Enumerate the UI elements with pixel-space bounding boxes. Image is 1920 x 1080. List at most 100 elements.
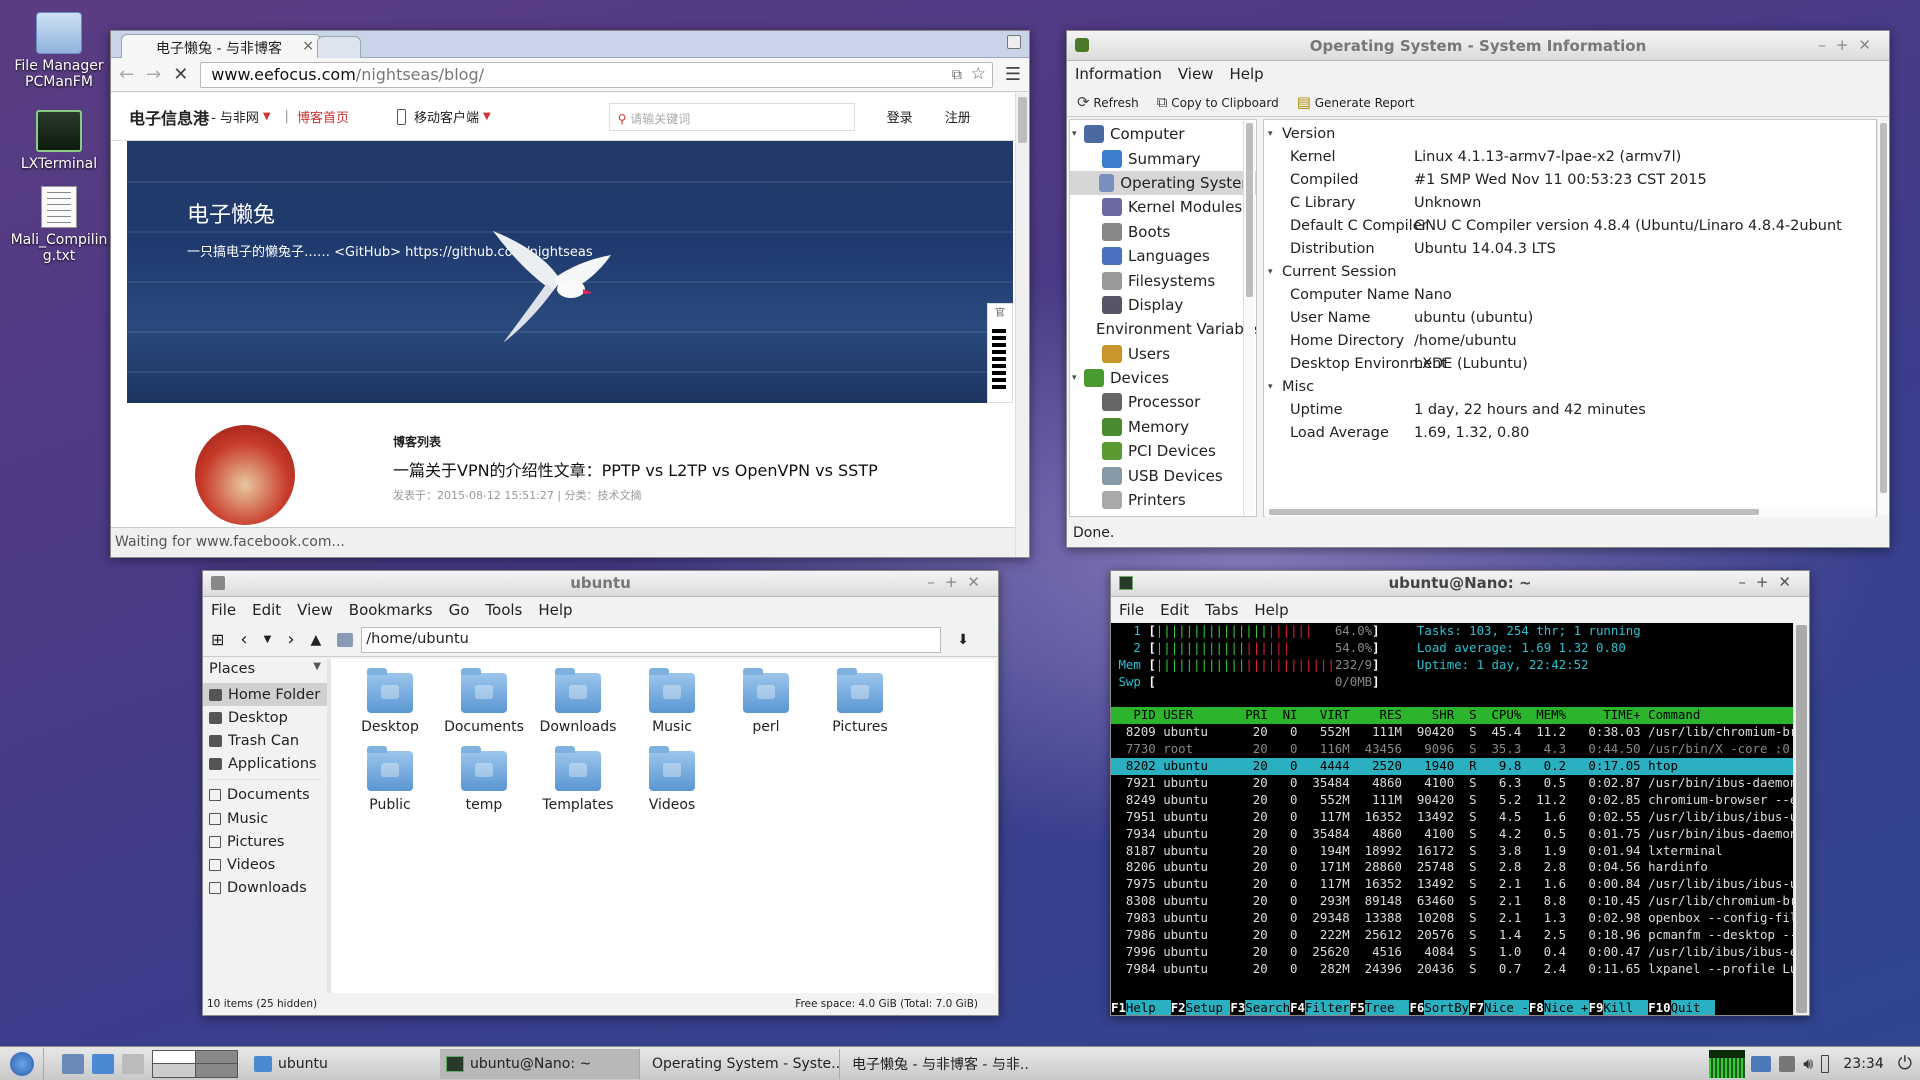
bookmark-item[interactable]: Music <box>203 807 327 830</box>
process-row[interactable]: 7951 ubuntu 20 0 117M 16352 13492 S 4.5 … <box>1111 809 1793 826</box>
tree-item[interactable]: USB Devices <box>1070 463 1256 487</box>
desktop-icon-lxterminal[interactable]: LXTerminal <box>4 110 114 172</box>
menu-go[interactable]: Go <box>449 601 470 619</box>
menu-information[interactable]: Information <box>1075 65 1162 83</box>
process-row[interactable]: 7986 ubuntu 20 0 222M 25612 20576 S 1.4 … <box>1111 927 1793 944</box>
menu-tools[interactable]: Tools <box>485 601 522 619</box>
htop-output[interactable]: 1 [||||||||||||||||||||| 64.0%] Tasks: 1… <box>1111 623 1793 1015</box>
process-row[interactable]: 7730 root 20 0 116M 43456 9096 S 35.3 4.… <box>1111 741 1793 758</box>
login-link[interactable]: 登录 <box>887 107 913 126</box>
post-title-link[interactable]: 一篇关于VPN的介绍性文章：PPTP vs L2TP vs OpenVPN vs… <box>393 457 878 481</box>
place-item[interactable]: Applications <box>203 753 327 776</box>
site-sub[interactable]: - 与非网 <box>211 107 259 126</box>
process-row[interactable]: 8206 ubuntu 20 0 171M 28860 25748 S 2.8 … <box>1111 859 1793 876</box>
tree-item[interactable]: ▾ Computer <box>1070 122 1256 146</box>
stop-icon[interactable]: ✕ <box>173 64 188 85</box>
titlebar[interactable]: ubuntu@Nano: ~ –+✕ <box>1111 571 1809 597</box>
browser-launcher-icon[interactable] <box>122 1053 144 1074</box>
refresh-button[interactable]: ⟳ Refresh <box>1077 93 1139 111</box>
file-manager-launcher-icon[interactable] <box>92 1053 114 1074</box>
tree-item[interactable]: ▾ Devices <box>1070 366 1256 390</box>
tree-item[interactable]: Environment Variables <box>1070 317 1256 341</box>
bookmark-item[interactable]: Videos <box>203 853 327 876</box>
generate-report-button[interactable]: ▤ Generate Report <box>1297 93 1415 111</box>
clock[interactable]: 23:34 <box>1843 1056 1883 1072</box>
keyboard-icon[interactable] <box>1779 1055 1796 1072</box>
process-row[interactable]: 8308 ubuntu 20 0 293M 89148 63460 S 2.1 … <box>1111 893 1793 910</box>
process-row[interactable]: 8187 ubuntu 20 0 194M 18992 16172 S 3.8 … <box>1111 843 1793 860</box>
process-row[interactable]: 8209 ubuntu 20 0 552M 111M 90420 S 45.4 … <box>1111 724 1793 741</box>
menu-tabs[interactable]: Tabs <box>1205 601 1238 619</box>
menu-view[interactable]: View <box>1178 65 1214 83</box>
taskbar-item-browser[interactable]: 电子懒兔 - 与非博客 - 与非... <box>840 1049 1030 1079</box>
process-row[interactable]: 8202 ubuntu 20 0 4444 2520 1940 R 9.8 0.… <box>1111 758 1793 776</box>
terminal-scrollbar-thumb[interactable] <box>1796 625 1807 1013</box>
tree-scrollbar[interactable] <box>1243 121 1255 515</box>
section-header[interactable]: ▾ Misc <box>1264 375 1876 398</box>
section-header[interactable]: ▾ Current Session <box>1264 260 1876 283</box>
history-dropdown-icon[interactable]: ▼ <box>264 634 272 645</box>
new-tab-icon[interactable]: ⊞ <box>211 630 224 649</box>
bookmark-star-icon[interactable]: ☆ <box>971 62 986 86</box>
tab-close-icon[interactable]: × <box>302 38 314 54</box>
site-search-input[interactable]: ⚲ 请输关键词 <box>608 102 855 131</box>
tree-item[interactable]: Display <box>1070 293 1256 317</box>
battery-icon[interactable] <box>1821 1054 1830 1073</box>
place-item[interactable]: Trash Can <box>203 729 327 752</box>
process-row[interactable]: 7996 ubuntu 20 0 25620 4516 4084 S 1.0 0… <box>1111 944 1793 961</box>
folder-item[interactable]: Downloads <box>531 668 625 735</box>
tab-active[interactable]: 电子懒兔 - 与非博客 × <box>121 34 321 58</box>
tree-item[interactable]: Summary <box>1070 146 1256 170</box>
blog-home-link[interactable]: 博客首页 <box>297 107 349 126</box>
place-item[interactable]: Home Folder <box>203 683 327 707</box>
hscrollbar-thumb[interactable] <box>1269 509 1759 515</box>
path-input[interactable]: /home/ubuntu <box>361 626 942 653</box>
page-scrollbar[interactable] <box>1015 93 1029 557</box>
process-row[interactable]: 8249 ubuntu 20 0 552M 111M 90420 S 5.2 1… <box>1111 792 1793 809</box>
tree-item[interactable]: PCI Devices <box>1070 439 1256 463</box>
details-scrollbar[interactable] <box>1877 121 1889 515</box>
folder-item[interactable]: Videos <box>625 746 719 813</box>
process-row[interactable]: 7975 ubuntu 20 0 117M 16352 13492 S 2.1 … <box>1111 876 1793 893</box>
window-controls[interactable]: –+✕ <box>1738 573 1801 591</box>
qr-code-icon[interactable] <box>992 329 1006 389</box>
tree-item[interactable]: Kernel Modules <box>1070 195 1256 219</box>
process-row[interactable]: 7934 ubuntu 20 0 35484 4860 4100 S 4.2 0… <box>1111 826 1793 843</box>
taskbar-item-file-manager[interactable]: ubuntu <box>248 1048 452 1079</box>
tree-item[interactable]: Printers <box>1070 488 1256 512</box>
network-icon[interactable] <box>1751 1055 1772 1072</box>
place-item[interactable]: Desktop <box>203 706 327 729</box>
author-avatar[interactable] <box>195 425 295 525</box>
desktop-icon-file-manager[interactable]: File Manager PCManFM <box>4 12 114 90</box>
forward-icon[interactable]: › <box>287 629 294 650</box>
folder-item[interactable]: Pictures <box>813 668 907 735</box>
profile-icon[interactable] <box>1007 35 1021 49</box>
titlebar[interactable]: Operating System - System Information –+… <box>1067 31 1889 61</box>
process-row[interactable]: 7983 ubuntu 20 0 29348 13388 10208 S 2.1… <box>1111 910 1793 927</box>
mobile-client-link[interactable]: 移动客户端 <box>414 107 479 126</box>
bookmark-item[interactable]: Downloads <box>203 877 327 900</box>
menu-help[interactable]: Help <box>538 601 572 619</box>
details-scrollbar-thumb[interactable] <box>1880 123 1887 493</box>
bookmark-item[interactable]: Documents <box>203 784 327 807</box>
show-desktop-icon[interactable] <box>62 1053 84 1074</box>
folder-item[interactable]: Documents <box>437 668 531 735</box>
translate-icon[interactable]: ⧉ <box>952 63 962 87</box>
menu-help[interactable]: Help <box>1254 601 1288 619</box>
menu-icon[interactable]: ☰ <box>1005 64 1021 85</box>
start-menu-icon[interactable] <box>0 1047 44 1080</box>
window-controls[interactable]: –+✕ <box>927 573 990 591</box>
menu-edit[interactable]: Edit <box>1160 601 1189 619</box>
tree-item[interactable]: Operating System <box>1070 170 1256 196</box>
details-hscrollbar[interactable] <box>1265 507 1875 517</box>
tree-item[interactable]: Users <box>1070 342 1256 366</box>
volume-icon[interactable]: 🔊︎ <box>1803 1054 1813 1074</box>
folder-item[interactable]: Music <box>625 668 719 735</box>
forward-icon[interactable]: → <box>146 64 161 85</box>
back-icon[interactable]: ‹ <box>240 629 247 650</box>
taskbar-item-sysinfo[interactable]: Operating System - Syste... <box>640 1048 840 1079</box>
process-row[interactable]: 7984 ubuntu 20 0 282M 24396 20436 S 0.7 … <box>1111 961 1793 978</box>
window-controls[interactable]: –+✕ <box>1818 36 1881 54</box>
copy-clipboard-button[interactable]: ⧉ Copy to Clipboard <box>1157 93 1279 111</box>
menu-bookmarks[interactable]: Bookmarks <box>349 601 433 619</box>
